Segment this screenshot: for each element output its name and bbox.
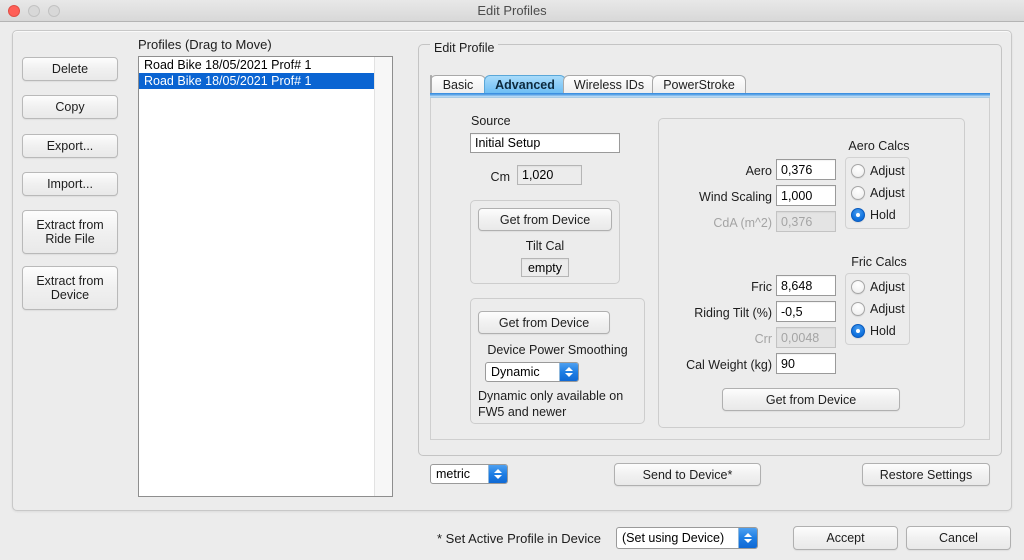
- profiles-listbox[interactable]: Road Bike 18/05/2021 Prof# 1 Road Bike 1…: [138, 56, 393, 497]
- restore-settings-button[interactable]: Restore Settings: [862, 463, 990, 486]
- active-profile-stepper-arrows-icon[interactable]: [738, 528, 757, 548]
- aero-radio-label-3: Hold: [870, 207, 896, 222]
- edit-profile-group-title: Edit Profile: [430, 41, 499, 55]
- smoothing-stepper-arrows-icon[interactable]: [559, 363, 578, 381]
- riding-tilt-label: Riding Tilt (%): [694, 306, 772, 320]
- device-power-smoothing-select[interactable]: Dynamic: [485, 362, 579, 382]
- tab-basic[interactable]: Basic: [430, 75, 486, 94]
- chevron-up-icon: [494, 469, 502, 473]
- active-profile-select[interactable]: (Set using Device): [616, 527, 758, 549]
- aero-calcs-title: Aero Calcs: [848, 139, 910, 153]
- fric-radio-label-2: Adjust: [870, 301, 905, 316]
- import-button[interactable]: Import...: [22, 172, 118, 196]
- aero-radio-label-2: Adjust: [870, 185, 905, 200]
- profiles-list-label: Profiles (Drag to Move): [138, 37, 272, 52]
- crr-label: Crr: [754, 332, 772, 346]
- delete-button[interactable]: Delete: [22, 57, 118, 81]
- radio-icon-selected: [851, 323, 865, 338]
- radio-icon: [851, 163, 865, 178]
- radio-icon-selected: [851, 207, 865, 222]
- list-item[interactable]: Road Bike 18/05/2021 Prof# 1: [139, 73, 374, 89]
- smoothing-note-line2: FW5 and newer: [478, 405, 567, 419]
- fric-label: Fric: [751, 280, 772, 294]
- smoothing-get-from-device-button[interactable]: Get from Device: [478, 311, 610, 334]
- device-power-smoothing-label: Device Power Smoothing: [487, 343, 628, 357]
- smoothing-selected-value: Dynamic: [491, 365, 540, 379]
- tab-advanced[interactable]: Advanced: [484, 75, 566, 94]
- export-button[interactable]: Export...: [22, 134, 118, 158]
- aero-radio-label-1: Adjust: [870, 163, 905, 178]
- extract-ride-file-line1: Extract from: [36, 218, 104, 232]
- fric-radio-adjust-2[interactable]: Adjust: [851, 300, 905, 317]
- fric-calcs-title: Fric Calcs: [851, 255, 907, 269]
- profiles-list-scrollbar[interactable]: [374, 57, 392, 496]
- chevron-up-icon: [565, 367, 573, 371]
- tilt-cal-label: Tilt Cal: [525, 239, 565, 253]
- riding-tilt-value-field[interactable]: -0,5: [776, 301, 836, 322]
- tilt-get-from-device-button[interactable]: Get from Device: [478, 208, 612, 231]
- units-selected-value: metric: [436, 467, 471, 481]
- aero-radio-adjust-2[interactable]: Adjust: [851, 184, 905, 201]
- cda-label: CdA (m^2): [713, 216, 772, 230]
- wind-scaling-label: Wind Scaling: [699, 190, 772, 204]
- active-profile-selected-value: (Set using Device): [622, 531, 725, 545]
- extract-from-device-button[interactable]: Extract from Device: [22, 266, 118, 310]
- edit-profiles-window: Edit Profiles Delete Copy Export... Impo…: [0, 0, 1024, 560]
- cal-weight-value-field[interactable]: 90: [776, 353, 836, 374]
- fric-radio-label-1: Adjust: [870, 279, 905, 294]
- fric-calcs-radio-group: Adjust Adjust Hold: [845, 273, 910, 345]
- window-titlebar: Edit Profiles: [0, 0, 1024, 22]
- source-label: Source: [471, 114, 511, 128]
- fric-get-from-device-button[interactable]: Get from Device: [722, 388, 900, 411]
- cm-value-field[interactable]: 1,020: [517, 165, 582, 185]
- list-item[interactable]: Road Bike 18/05/2021 Prof# 1: [139, 57, 374, 73]
- fric-radio-adjust-1[interactable]: Adjust: [851, 278, 905, 295]
- radio-icon: [851, 279, 865, 294]
- wind-scaling-value-field[interactable]: 1,000: [776, 185, 836, 206]
- copy-button[interactable]: Copy: [22, 95, 118, 119]
- fric-radio-label-3: Hold: [870, 323, 896, 338]
- profiles-list-inner: Road Bike 18/05/2021 Prof# 1 Road Bike 1…: [139, 57, 374, 496]
- chevron-up-icon: [744, 533, 752, 537]
- cda-value-field: 0,376: [776, 211, 836, 232]
- aero-calcs-radio-group: Adjust Adjust Hold: [845, 157, 910, 229]
- cm-label: Cm: [490, 170, 510, 184]
- crr-value-field: 0,0048: [776, 327, 836, 348]
- aero-value-field[interactable]: 0,376: [776, 159, 836, 180]
- radio-icon: [851, 301, 865, 316]
- extract-from-ride-file-button[interactable]: Extract from Ride File: [22, 210, 118, 254]
- aero-radio-adjust-1[interactable]: Adjust: [851, 162, 905, 179]
- tilt-cal-value: empty: [521, 258, 569, 277]
- extract-ride-file-line2: Ride File: [45, 232, 95, 246]
- units-stepper-arrows-icon[interactable]: [488, 465, 507, 483]
- chevron-down-icon: [744, 539, 752, 543]
- chevron-down-icon: [565, 373, 573, 377]
- aero-radio-hold[interactable]: Hold: [851, 206, 896, 223]
- tab-wireless-ids[interactable]: Wireless IDs: [563, 75, 655, 94]
- radio-icon: [851, 185, 865, 200]
- cancel-button[interactable]: Cancel: [906, 526, 1011, 550]
- aero-label: Aero: [745, 164, 772, 178]
- fric-radio-hold[interactable]: Hold: [851, 322, 896, 339]
- extract-device-line1: Extract from: [36, 274, 104, 288]
- source-value-field[interactable]: Initial Setup: [470, 133, 620, 153]
- accept-button[interactable]: Accept: [793, 526, 898, 550]
- send-to-device-button[interactable]: Send to Device*: [614, 463, 761, 486]
- tab-powerstroke[interactable]: PowerStroke: [652, 75, 746, 94]
- set-active-profile-label: * Set Active Profile in Device: [437, 531, 602, 546]
- extract-device-line2: Device: [50, 288, 90, 302]
- units-select[interactable]: metric: [430, 464, 508, 484]
- cal-weight-label: Cal Weight (kg): [686, 358, 772, 372]
- fric-value-field[interactable]: 8,648: [776, 275, 836, 296]
- chevron-down-icon: [494, 475, 502, 479]
- window-title: Edit Profiles: [477, 3, 547, 18]
- smoothing-note-line1: Dynamic only available on: [478, 389, 624, 403]
